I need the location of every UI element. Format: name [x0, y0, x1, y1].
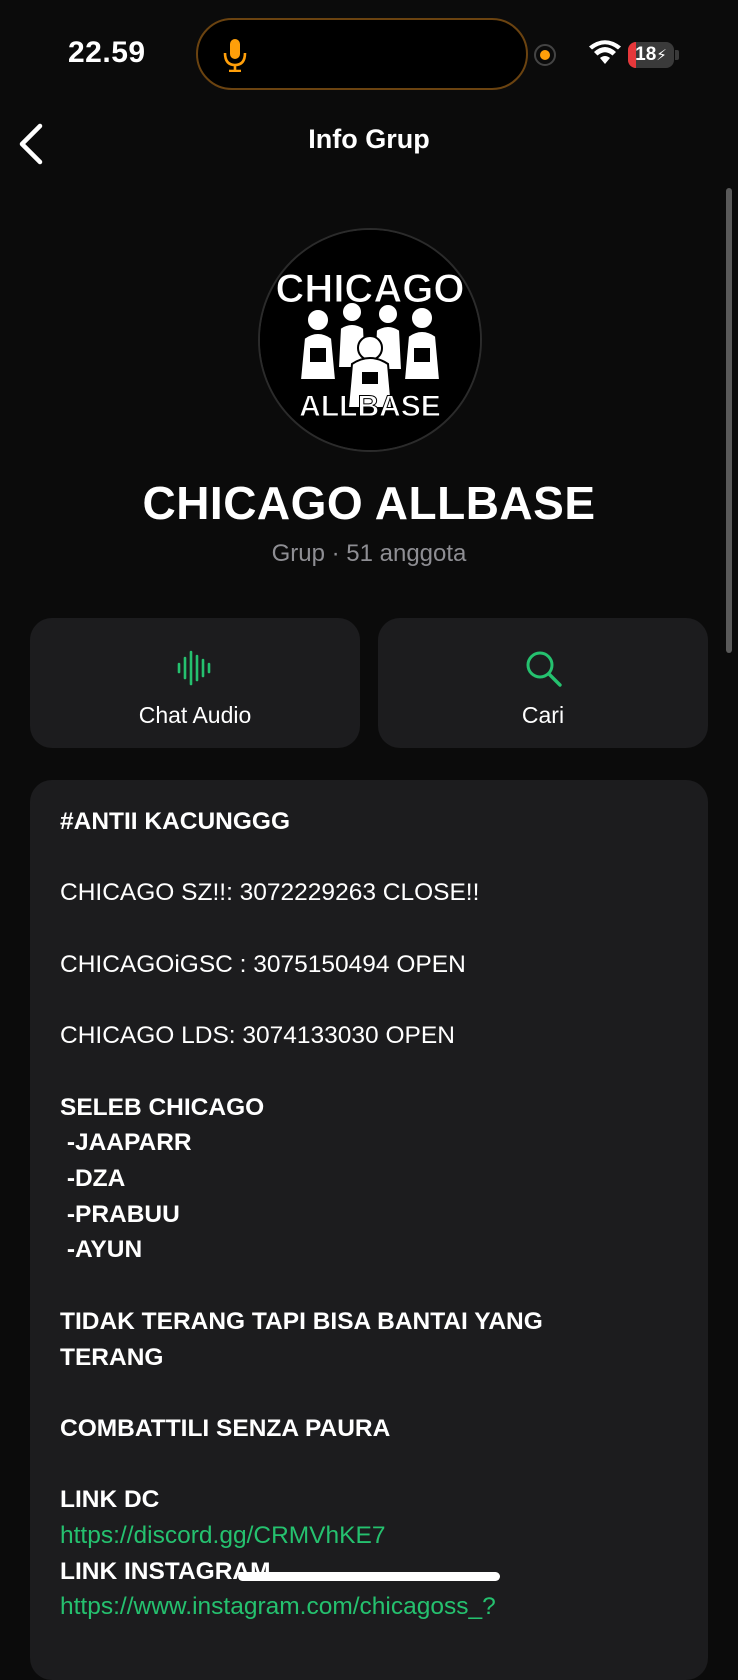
- group-avatar[interactable]: CHICAGO ALLBASE: [258, 228, 482, 452]
- svg-text:ALLBASE: ALLBASE: [299, 390, 441, 423]
- instagram-link[interactable]: https://www.instagram.com/chicagoss_?: [60, 1593, 496, 1620]
- group-name: CHICAGO ALLBASE: [142, 477, 596, 529]
- battery-level: 18⚡: [635, 44, 667, 65]
- search-label: Cari: [521, 702, 565, 728]
- status-time: 22.59: [68, 36, 146, 69]
- page-title: Info Grup: [308, 124, 430, 154]
- seleb-item: -AYUN: [60, 1236, 143, 1264]
- link-instagram-label: LINK INSTAGRAM: [60, 1557, 271, 1585]
- recording-indicator-icon: [534, 44, 556, 66]
- wifi-icon: [589, 40, 621, 64]
- group-member-count: Grup · 51 anggota: [271, 540, 467, 567]
- description-heading: #ANTII KACUNGGG: [60, 808, 291, 835]
- chat-audio-button[interactable]: Chat Audio: [30, 618, 360, 748]
- group-description-card: #ANTII KACUNGGG CHICAGO SZ!!: 3072229263…: [30, 780, 708, 1680]
- scrollbar[interactable]: [726, 188, 732, 653]
- seleb-item: -JAAPARR: [60, 1129, 192, 1157]
- description-motto: COMBATTILI SENZA PAURA: [60, 1414, 391, 1442]
- svg-text:CHICAGO: CHICAGO: [276, 267, 465, 311]
- seleb-item: -DZA: [60, 1165, 126, 1193]
- description-line: CHICAGO LDS: 3074133030 OPEN: [60, 1022, 455, 1050]
- link-dc-label: LINK DC: [60, 1486, 160, 1514]
- navigation-bar: Info Grup: [0, 110, 738, 190]
- battery-icon: 18⚡: [628, 42, 674, 68]
- search-button[interactable]: Cari: [378, 618, 708, 748]
- description-line: CHICAGO SZ!!: 3072229263 CLOSE!!: [60, 879, 480, 907]
- battery-tip: [675, 50, 679, 60]
- discord-link[interactable]: https://discord.gg/CRMVhKE7: [60, 1522, 385, 1549]
- home-indicator[interactable]: [238, 1572, 500, 1581]
- microphone-icon: [223, 39, 247, 72]
- description-motto: TIDAK TERANG TAPI BISA BANTAI YANG TERAN…: [60, 1307, 543, 1371]
- chat-audio-label: Chat Audio: [138, 702, 252, 728]
- group-description: #ANTII KACUNGGG CHICAGO SZ!!: 3072229263…: [60, 804, 678, 1625]
- audio-waveform-icon: [177, 650, 211, 686]
- group-logo-image: CHICAGO ALLBASE: [260, 230, 480, 450]
- dynamic-island: [196, 18, 528, 90]
- seleb-title: SELEB CHICAGO: [60, 1093, 265, 1121]
- status-bar: 22.59 18⚡: [0, 0, 738, 110]
- search-icon: [526, 651, 562, 687]
- seleb-item: -PRABUU: [60, 1200, 180, 1228]
- description-line: CHICAGOiGSC : 3075150494 OPEN: [60, 950, 466, 978]
